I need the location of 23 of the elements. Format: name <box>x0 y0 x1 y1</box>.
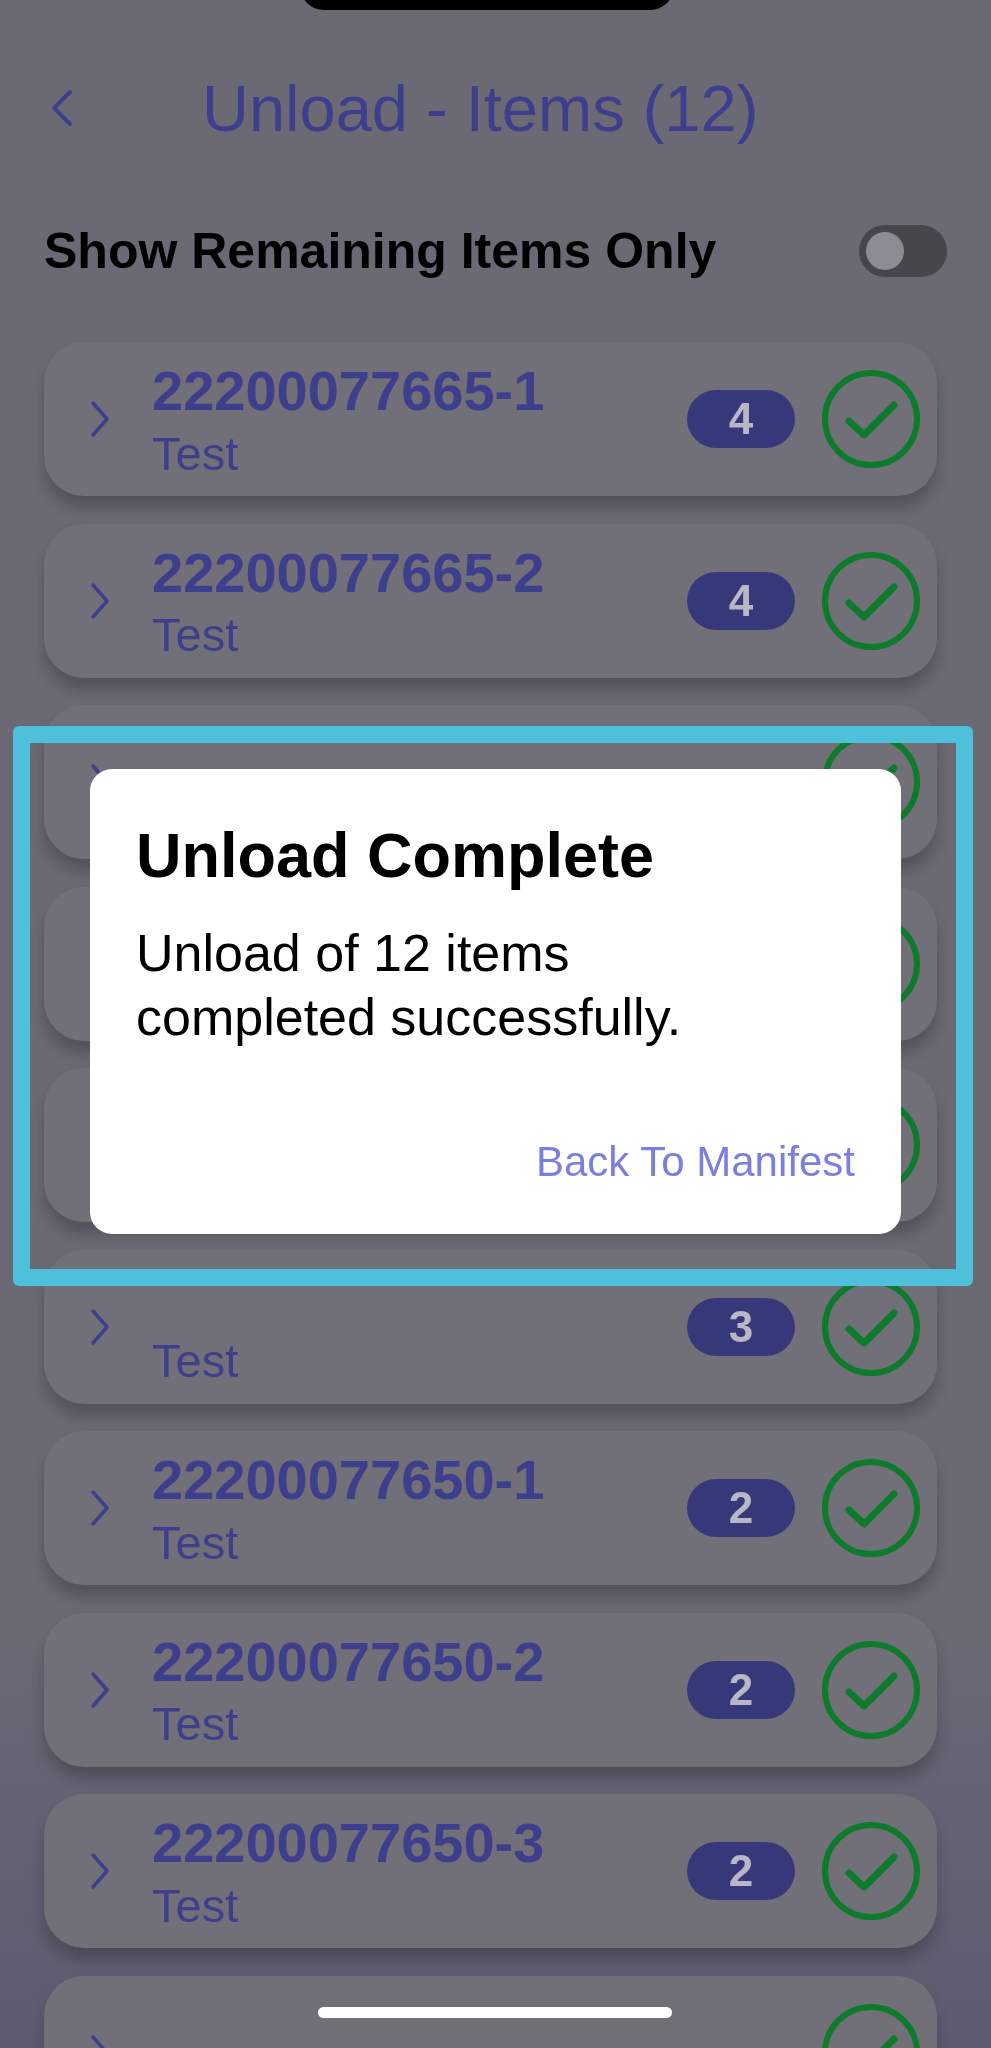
back-icon[interactable] <box>50 88 74 128</box>
count-badge: 2 <box>687 1842 795 1900</box>
back-to-manifest-button[interactable]: Back To Manifest <box>535 1138 855 1198</box>
dialog-title: Unload Complete <box>136 819 656 891</box>
count-badge: 4 <box>687 390 795 448</box>
check-circle-icon[interactable] <box>821 1458 921 1558</box>
count-badge: 2 <box>687 1660 795 1719</box>
check-circle-icon[interactable] <box>821 550 921 651</box>
check-circle-icon[interactable] <box>821 1821 921 1921</box>
chevron-icon[interactable] <box>90 1851 110 1891</box>
chevron-icon[interactable] <box>90 580 110 621</box>
chevron-icon[interactable] <box>90 1306 110 1347</box>
chevron-icon[interactable] <box>90 1669 110 1710</box>
check-circle-icon[interactable] <box>821 1639 921 1740</box>
filter-label: Show Remaining Items Only <box>44 222 717 280</box>
check-circle-icon[interactable] <box>821 369 921 469</box>
chevron-icon[interactable] <box>90 399 110 439</box>
toggle-switch[interactable] <box>859 225 947 277</box>
count-badge: 3 <box>687 1297 795 1356</box>
count-badge: 4 <box>687 571 795 630</box>
dialog-message: Unload of 12 items completed successfully. <box>136 923 683 1048</box>
chevron-icon[interactable] <box>90 1488 110 1528</box>
count-badge: 2 <box>687 1479 795 1537</box>
